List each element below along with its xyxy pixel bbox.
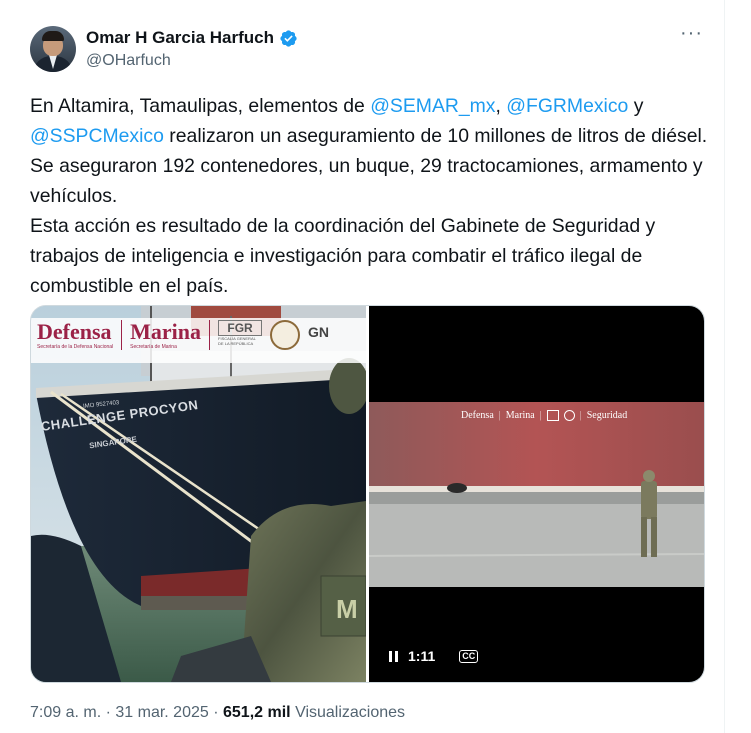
logo-marina-sub: Secretaría de Marina [130, 344, 177, 350]
avatar[interactable] [30, 26, 76, 72]
video-controls: 1:11 CC [389, 648, 479, 664]
views-label: Visualizaciones [295, 704, 406, 721]
author-display-name[interactable]: Omar H Garcia Harfuch [86, 28, 274, 48]
video-player[interactable]: Defensa | Marina | | Seguridad 1:11 CC [369, 306, 704, 682]
author-handle[interactable]: @OHarfuch [86, 52, 171, 70]
tweet-header: Omar H Garcia Harfuch @OHarfuch [30, 24, 691, 74]
logo-fgr: FGR FISCALÍA GENERAL DE LA REPÚBLICA [218, 320, 263, 346]
media-grid: Defensa Secretaría de la Defensa Naciona… [30, 305, 705, 683]
pause-icon[interactable] [389, 650, 398, 662]
logo-defensa-sub: Secretaría de la Defensa Nacional [37, 344, 114, 350]
views-count[interactable]: 651,2 mil [223, 704, 291, 721]
tweet-footer: 7:09 a. m. · 31 mar. 2025 · 651,2 mil Vi… [30, 704, 405, 722]
ship-photo-illustration [31, 306, 366, 682]
logo-gn: GN [308, 324, 330, 340]
logo-fgr-text: FGR [218, 320, 263, 336]
video-banner-marina: Marina [505, 410, 535, 421]
photo-logos: Defensa Secretaría de la Defensa Naciona… [37, 320, 329, 350]
eagle-seal-icon [270, 320, 301, 350]
logo-defensa: Defensa Secretaría de la Defensa Naciona… [37, 319, 114, 351]
logo-marina: Marina Secretaría de Marina [130, 319, 202, 351]
video-time: 1:11 [408, 648, 436, 664]
more-horizontal-icon[interactable]: ··· [680, 23, 703, 43]
vest-letter: M [336, 594, 358, 624]
video-frame-illustration [369, 402, 704, 587]
video-banner: Defensa | Marina | | Seguridad [461, 410, 628, 421]
mention-link-sspc[interactable]: @SSPCMexico [30, 125, 164, 147]
video-banner-defensa: Defensa [461, 410, 494, 421]
tweet-date[interactable]: 31 mar. 2025 [115, 704, 208, 721]
photo-ship-seizure[interactable]: Defensa Secretaría de la Defensa Naciona… [31, 306, 366, 682]
logo-fgr-sub: FISCALÍA GENERAL DE LA REPÚBLICA [218, 336, 256, 346]
tweet-text-segment: En Altamira, Tamaulipas, elementos de [30, 95, 371, 117]
tweet-text-segment: , [495, 95, 507, 117]
separator: · [101, 704, 116, 721]
separator: · [208, 704, 223, 721]
author-name-line: Omar H Garcia Harfuch [86, 28, 298, 48]
logo-defensa-text: Defensa [37, 319, 112, 344]
fgr-seal-icon [546, 410, 559, 421]
tweet-time[interactable]: 7:09 a. m. [30, 704, 101, 721]
captions-icon[interactable]: CC [459, 649, 479, 663]
verified-badge-icon[interactable] [279, 29, 298, 48]
video-banner-seguridad: Seguridad [586, 410, 628, 421]
tweet-text: En Altamira, Tamaulipas, elementos de @S… [30, 91, 710, 301]
column-border [724, 0, 725, 733]
logo-marina-text: Marina [130, 319, 202, 344]
eagle-seal-icon [563, 410, 575, 421]
tweet-text-segment: realizaron un aseguramiento de 10 millon… [30, 125, 708, 297]
mention-link-fgr[interactable]: @FGRMexico [506, 95, 628, 117]
mention-link-semar[interactable]: @SEMAR_mx [370, 95, 495, 117]
tweet-text-segment: y [633, 95, 644, 117]
